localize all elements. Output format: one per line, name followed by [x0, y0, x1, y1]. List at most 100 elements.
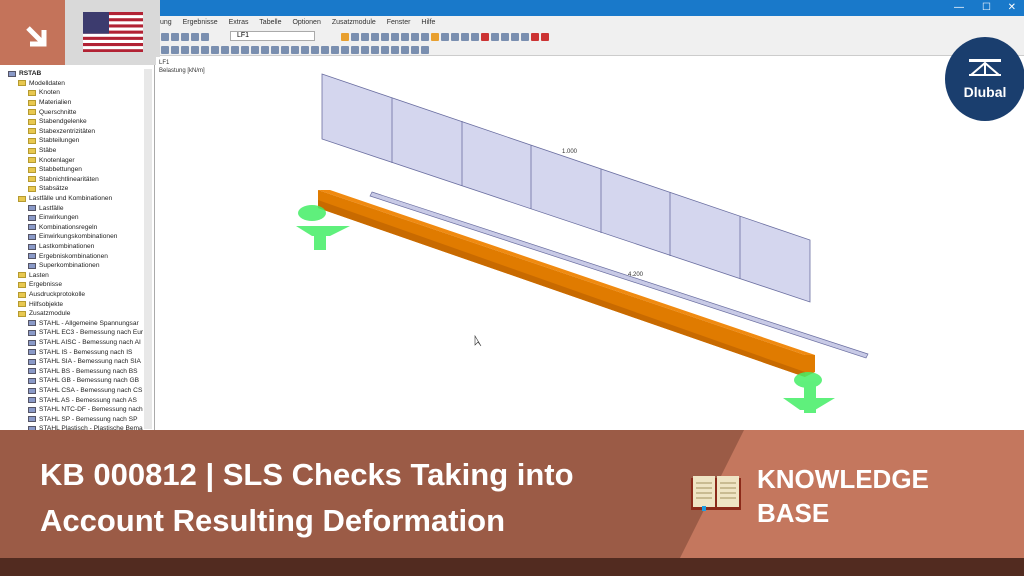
tree-item[interactable]: STAHL EC3 - Bemessung nach Eur: [28, 328, 143, 338]
model-viewport[interactable]: LF1 Belastung [kN/m] 1.000 4.200: [156, 57, 1024, 430]
tree-item[interactable]: Zusatzmodule: [18, 309, 70, 319]
menu-fenster[interactable]: Fenster: [387, 19, 411, 26]
toolbar-icon[interactable]: [211, 46, 219, 54]
toolbar-icon[interactable]: [441, 33, 449, 41]
toolbar-icon[interactable]: [161, 46, 169, 54]
toolbar-icon[interactable]: [361, 46, 369, 54]
toolbar-icon[interactable]: [351, 46, 359, 54]
tree-item[interactable]: STAHL SIA - Bemessung nach SIA: [28, 357, 141, 367]
toolbar-icon[interactable]: [241, 46, 249, 54]
toolbar-icon[interactable]: [271, 46, 279, 54]
toolbar-icon[interactable]: [531, 33, 539, 41]
tree-item[interactable]: Stabexzentrizitäten: [28, 127, 95, 137]
tree-item[interactable]: Lasten: [18, 271, 49, 281]
tree-item[interactable]: STAHL NTC-DF - Bemessung nach: [28, 405, 143, 415]
tree-item[interactable]: Ergebnisse: [18, 280, 62, 290]
tree-item[interactable]: Lastfälle und Kombinationen: [18, 194, 112, 204]
tree-item[interactable]: Stabteilungen: [28, 136, 79, 146]
toolbar-icon[interactable]: [291, 46, 299, 54]
tree-item[interactable]: STAHL SP - Bemessung nach SP: [28, 415, 137, 425]
tree-item[interactable]: Stäbe: [28, 146, 56, 156]
toolbar-icon[interactable]: [171, 46, 179, 54]
toolbar-icon[interactable]: [341, 46, 349, 54]
tree-item[interactable]: STAHL AS - Bemessung nach AS: [28, 395, 137, 405]
toolbar-icon[interactable]: [171, 33, 179, 41]
menu-extras[interactable]: Extras: [229, 19, 249, 26]
minimize-button[interactable]: —: [954, 2, 964, 13]
toolbar-icon[interactable]: [421, 46, 429, 54]
toolbar-icon[interactable]: [311, 46, 319, 54]
toolbar-icon[interactable]: [181, 46, 189, 54]
tree-item[interactable]: Modelldaten: [18, 79, 65, 89]
tree-item[interactable]: Ausdruckprotokolle: [18, 290, 85, 300]
tree-item[interactable]: Stabendgelenke: [28, 117, 87, 127]
tree-item[interactable]: Stabbettungen: [28, 165, 82, 175]
toolbar-icon[interactable]: [491, 33, 499, 41]
tree-item[interactable]: Einwirkungen: [28, 213, 79, 223]
tree-item[interactable]: Ergebniskombinationen: [28, 251, 108, 261]
tree-item[interactable]: Querschnitte: [28, 107, 76, 117]
tree-item[interactable]: Einwirkungskombinationen: [28, 232, 117, 242]
toolbar-icon[interactable]: [401, 33, 409, 41]
toolbar-icon[interactable]: [511, 33, 519, 41]
toolbar-icon[interactable]: [501, 33, 509, 41]
toolbar-icon[interactable]: [191, 33, 199, 41]
toolbar-icon[interactable]: [371, 46, 379, 54]
menu-item[interactable]: ung: [160, 19, 172, 26]
toolbar-icon[interactable]: [451, 33, 459, 41]
toolbar-icon[interactable]: [481, 33, 489, 41]
tree-item[interactable]: STAHL IS - Bemessung nach IS: [28, 347, 132, 357]
toolbar-icon[interactable]: [471, 33, 479, 41]
toolbar-icon[interactable]: [331, 46, 339, 54]
tree-item[interactable]: Superkombinationen: [28, 261, 99, 271]
maximize-button[interactable]: ☐: [982, 2, 991, 13]
menu-ergebnisse[interactable]: Ergebnisse: [183, 19, 218, 26]
tree-item[interactable]: Knoten: [28, 88, 60, 98]
toolbar-icon[interactable]: [381, 33, 389, 41]
toolbar-icon[interactable]: [521, 33, 529, 41]
tree-item[interactable]: Materialien: [28, 98, 71, 108]
toolbar-icon[interactable]: [411, 33, 419, 41]
toolbar-icon[interactable]: [431, 33, 439, 41]
toolbar-icon[interactable]: [161, 33, 169, 41]
toolbar-icon[interactable]: [321, 46, 329, 54]
sidebar-scrollbar[interactable]: [144, 69, 152, 429]
menu-optionen[interactable]: Optionen: [292, 19, 320, 26]
menu-zusatzmodule[interactable]: Zusatzmodule: [332, 19, 376, 26]
toolbar-icon[interactable]: [361, 33, 369, 41]
tree-item[interactable]: RSTAB: [8, 69, 41, 79]
tree-item[interactable]: Kombinationsregeln: [28, 223, 97, 233]
toolbar-icon[interactable]: [301, 46, 309, 54]
toolbar-icon[interactable]: [381, 46, 389, 54]
loadcase-select[interactable]: LF1: [230, 31, 315, 41]
toolbar-icon[interactable]: [261, 46, 269, 54]
tree-item[interactable]: Stabnichtlinearitäten: [28, 175, 99, 185]
tree-item[interactable]: Hilfsobjekte: [18, 299, 63, 309]
tree-item[interactable]: STAHL CSA - Bemessung nach CS: [28, 386, 142, 396]
toolbar-icon[interactable]: [201, 46, 209, 54]
toolbar-icon[interactable]: [541, 33, 549, 41]
toolbar-icon[interactable]: [201, 33, 209, 41]
tree-item[interactable]: STAHL GB - Bemessung nach GB: [28, 376, 139, 386]
language-flag[interactable]: [65, 0, 160, 65]
tree-item[interactable]: STAHL - Allgemeine Spannungsar: [28, 319, 139, 329]
toolbar-icon[interactable]: [181, 33, 189, 41]
toolbar-icon[interactable]: [391, 46, 399, 54]
toolbar-icon[interactable]: [231, 46, 239, 54]
menu-tabelle[interactable]: Tabelle: [259, 19, 281, 26]
toolbar-icon[interactable]: [411, 46, 419, 54]
close-button[interactable]: ✕: [1008, 2, 1016, 13]
toolbar-icon[interactable]: [421, 33, 429, 41]
tree-item[interactable]: STAHL BS - Bemessung nach BS: [28, 367, 138, 377]
tree-item[interactable]: Stabsätze: [28, 184, 68, 194]
toolbar-icon[interactable]: [191, 46, 199, 54]
toolbar-icon[interactable]: [221, 46, 229, 54]
toolbar-icon[interactable]: [341, 33, 349, 41]
toolbar-icon[interactable]: [281, 46, 289, 54]
toolbar-icon[interactable]: [251, 46, 259, 54]
toolbar-icon[interactable]: [461, 33, 469, 41]
toolbar-icon[interactable]: [371, 33, 379, 41]
tree-item[interactable]: STAHL AISC - Bemessung nach AI: [28, 338, 141, 348]
tree-item[interactable]: Knotenlager: [28, 155, 75, 165]
tree-item[interactable]: Lastkombinationen: [28, 242, 94, 252]
